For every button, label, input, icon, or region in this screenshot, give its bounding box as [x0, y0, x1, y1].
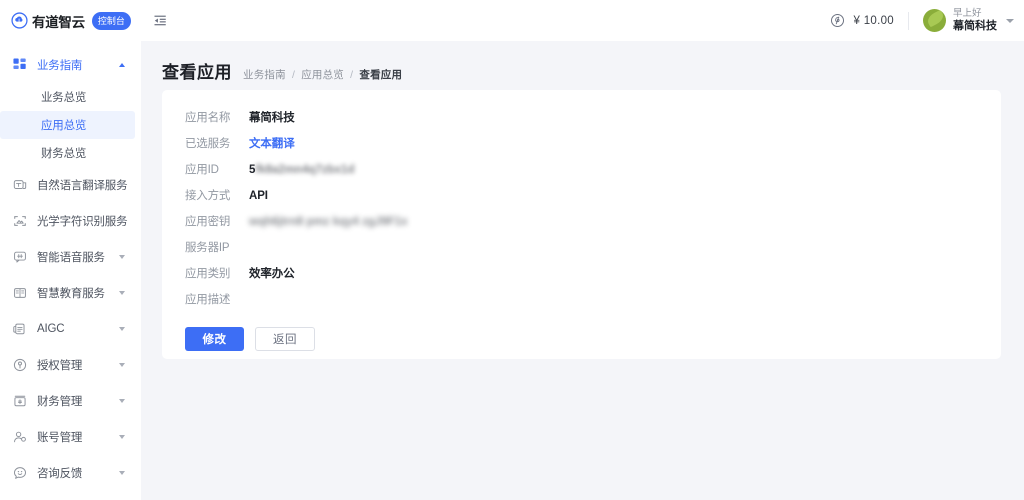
education-book-icon: [12, 285, 28, 301]
field-app-id: 应用ID 5 fk8a2mn4q7zbx1d: [162, 157, 1001, 183]
user-menu[interactable]: 早上好 幕简科技: [923, 8, 1014, 34]
sidebar-collapse-icon[interactable]: [149, 10, 171, 32]
feedback-smiley-icon: [12, 465, 28, 481]
breadcrumb-separator: /: [350, 69, 354, 81]
sidebar-item-label: 自然语言翻译服务: [37, 180, 128, 192]
brand-name: 有道智云: [32, 14, 85, 30]
field-app-category: 应用类别 效率办公: [162, 261, 1001, 287]
translate-icon: [12, 177, 28, 193]
sidebar-item-business-guide[interactable]: 业务指南: [0, 47, 141, 83]
field-selected-service: 已选服务 文本翻译: [162, 131, 1001, 157]
sidebar-item-label: 业务指南: [37, 60, 83, 72]
user-account-icon: [12, 429, 28, 445]
page-header: 查看应用 业务指南 / 应用总览 / 查看应用: [141, 41, 1024, 83]
field-app-secret: 应用密钥 wqh6jtrn8 pmz kqy4 zgJ9F1x: [162, 209, 1001, 235]
field-access-method: 接入方式 API: [162, 183, 1001, 209]
account-balance: ¥ 10.00: [853, 14, 894, 27]
key-shield-icon: [12, 357, 28, 373]
sidebar-item-label: 账号管理: [37, 432, 83, 444]
dashboard-grid-icon: [12, 57, 28, 73]
sidebar-item-finance-management[interactable]: 财务管理: [0, 383, 141, 419]
app-detail-card: 应用名称 幕简科技 已选服务 文本翻译 应用ID 5 fk8a2mn4q7zbx…: [162, 90, 1001, 359]
speech-bubble-icon: [12, 249, 28, 265]
sidebar-item-aigc[interactable]: AIGC: [0, 311, 141, 347]
field-server-ip: 服务器IP: [162, 235, 1001, 261]
sidebar-item-account-management[interactable]: 账号管理: [0, 419, 141, 455]
breadcrumb: 业务指南 / 应用总览 / 查看应用: [243, 67, 402, 82]
sidebar-item-label: AIGC: [37, 323, 65, 335]
sidebar-item-feedback[interactable]: 咨询反馈: [0, 455, 141, 491]
sidebar-item-education[interactable]: 智慧教育服务: [0, 275, 141, 311]
field-value: 幕简科技: [249, 112, 295, 124]
sidebar-item-label: 智能语音服务: [37, 252, 105, 264]
main-content: 查看应用 业务指南 / 应用总览 / 查看应用 应用名称 幕简科技 已选服务 文…: [141, 41, 1024, 500]
sidebar-item-label: 智慧教育服务: [37, 288, 105, 300]
breadcrumb-item-1[interactable]: 业务指南: [243, 69, 286, 81]
chevron-down-icon[interactable]: [119, 363, 125, 367]
chevron-down-icon[interactable]: [1006, 18, 1014, 23]
field-value-masked: wqh6jtrn8 pmz kqy4 zgJ9F1x: [249, 216, 408, 228]
card-action-buttons: 修改 返回: [162, 327, 1001, 351]
console-badge: 控制台: [91, 11, 131, 30]
field-label: 服务器IP: [185, 242, 230, 254]
field-label: 已选服务: [185, 138, 231, 150]
field-label: 应用类别: [185, 268, 231, 280]
sidebar-item-nlp-translation[interactable]: 自然语言翻译服务: [0, 167, 141, 203]
sidebar-item-label: 光学字符识别服务: [37, 216, 128, 228]
header-right-controls: ¥ 10.00 早上好 幕简科技: [830, 0, 1024, 41]
chevron-down-icon[interactable]: [119, 399, 125, 403]
brand-logo[interactable]: 有道智云 控制台: [0, 0, 141, 41]
field-value-link[interactable]: 文本翻译: [249, 131, 295, 157]
chevron-down-icon[interactable]: [119, 255, 125, 259]
sidebar-item-label: 授权管理: [37, 360, 83, 372]
page-title: 查看应用: [162, 63, 232, 82]
breadcrumb-item-current: 查看应用: [359, 69, 403, 81]
breadcrumb-item-2[interactable]: 应用总览: [301, 69, 344, 81]
field-value-masked: fk8a2mn4q7zbx1d: [255, 164, 355, 176]
coin-icon[interactable]: [830, 13, 845, 28]
finance-box-icon: [12, 393, 28, 409]
modify-button[interactable]: 修改: [185, 327, 244, 351]
avatar: [923, 9, 946, 32]
sidebar-subitem-label: 应用总览: [41, 120, 87, 132]
field-app-name: 应用名称 幕简科技: [162, 105, 1001, 131]
sidebar-subitem-app-overview[interactable]: 应用总览: [0, 111, 135, 139]
chevron-down-icon[interactable]: [119, 219, 125, 223]
sidebar-item-authorization[interactable]: 授权管理: [0, 347, 141, 383]
sidebar-item-label: 咨询反馈: [37, 468, 83, 480]
sidebar-item-label: 财务管理: [37, 396, 83, 408]
sidebar-item-speech[interactable]: 智能语音服务: [0, 239, 141, 275]
chevron-down-icon[interactable]: [119, 183, 125, 187]
field-label: 应用描述: [185, 294, 231, 306]
header-divider: [908, 11, 909, 30]
field-label: 应用ID: [185, 164, 219, 176]
sidebar-nav: 业务指南 业务总览 应用总览 财务总览 自然语言翻译服务 光学字符识别服务 智能…: [0, 41, 141, 500]
chevron-down-icon[interactable]: [119, 471, 125, 475]
chevron-down-icon[interactable]: [119, 291, 125, 295]
username-text: 幕简科技: [953, 19, 997, 32]
field-label: 应用密钥: [185, 216, 231, 228]
chevron-down-icon[interactable]: [119, 327, 125, 331]
sidebar-item-ocr[interactable]: 光学字符识别服务: [0, 203, 141, 239]
sidebar-subitem-label: 业务总览: [41, 92, 87, 104]
ocr-scan-icon: [12, 213, 28, 229]
aigc-document-icon: [12, 321, 28, 337]
field-label: 接入方式: [185, 190, 231, 202]
back-button[interactable]: 返回: [255, 327, 315, 351]
sidebar-subitem-label: 财务总览: [41, 148, 87, 160]
cloud-icon: [11, 12, 28, 29]
chevron-down-icon[interactable]: [119, 435, 125, 439]
field-value: 效率办公: [249, 268, 295, 280]
sidebar-subitem-business-overview[interactable]: 业务总览: [0, 83, 135, 111]
breadcrumb-separator: /: [291, 69, 296, 81]
top-header-bar: 有道智云 控制台 ¥ 10.00 早上好 幕简科技: [0, 0, 1024, 41]
sidebar-subitem-finance-overview[interactable]: 财务总览: [0, 139, 135, 167]
field-app-description: 应用描述: [162, 287, 1001, 313]
field-label: 应用名称: [185, 112, 231, 124]
chevron-up-icon[interactable]: [119, 63, 125, 67]
field-value: API: [249, 190, 268, 202]
greeting-text: 早上好: [953, 7, 982, 19]
